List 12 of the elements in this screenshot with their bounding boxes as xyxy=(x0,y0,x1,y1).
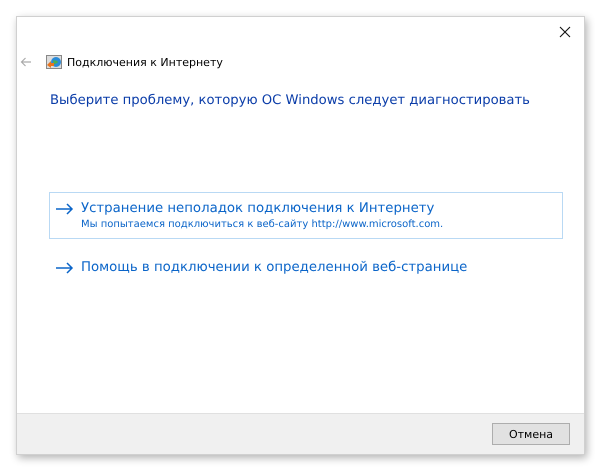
option-title: Помощь в подключении к определенной веб-странице xyxy=(81,260,468,275)
close-icon[interactable] xyxy=(559,26,571,38)
troubleshoot-option[interactable]: Помощь в подключении к определенной веб-странице xyxy=(49,251,563,284)
cancel-button[interactable]: Отмена xyxy=(492,423,570,445)
arrow-icon xyxy=(56,202,74,214)
dialog-heading: Выберите проблему, которую ОС Windows следует диагностировать xyxy=(50,93,531,108)
network-globe-icon xyxy=(46,55,62,69)
option-title: Устранение неполадок подключения к Интернету xyxy=(81,201,434,216)
window-title: Подключения к Интернету xyxy=(67,56,223,68)
troubleshoot-option[interactable]: Устранение неполадок подключения к Интернету Мы попытаемся подключиться к веб-сайту http://www.microsoft.com. xyxy=(49,192,563,239)
option-description: Мы попытаемся подключиться к веб-сайту http://www.microsoft.com. xyxy=(81,219,444,230)
arrow-icon xyxy=(56,262,74,274)
